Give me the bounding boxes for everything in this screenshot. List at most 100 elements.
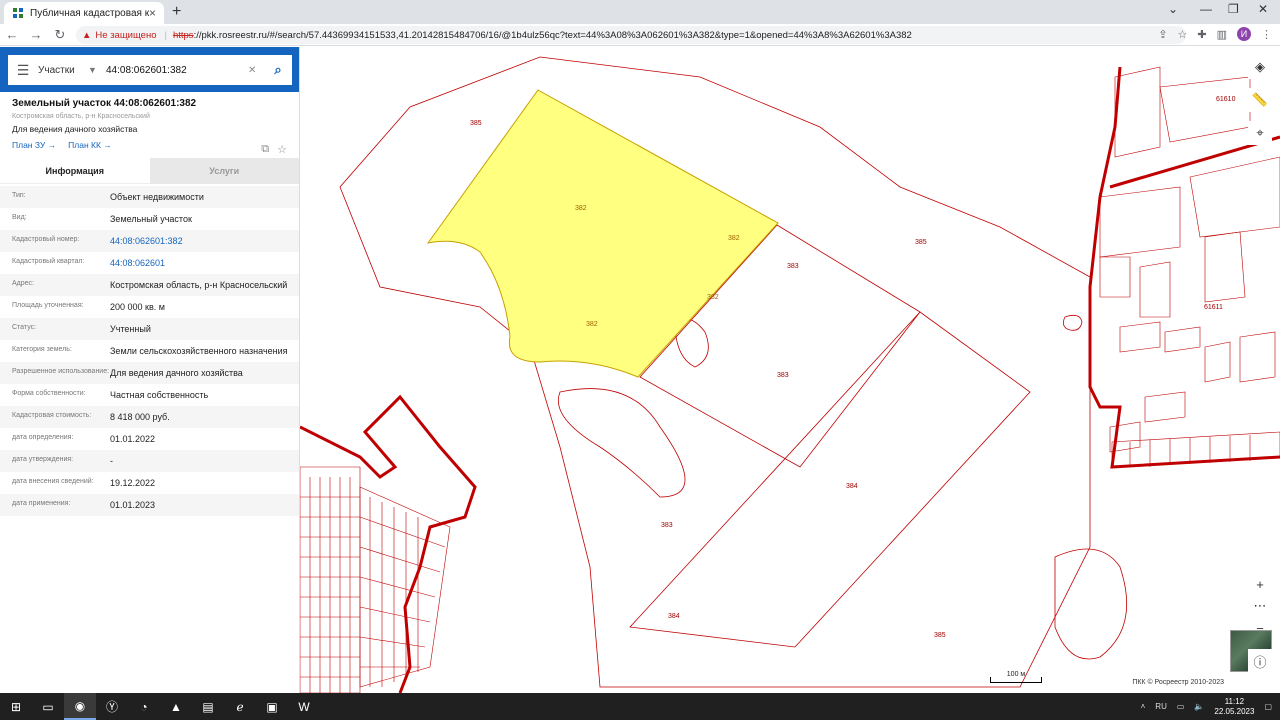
attr-label: дата утверждения: [12,456,74,463]
sidepanel-icon[interactable]: ▥ [1217,28,1227,41]
volume-icon[interactable]: 🔈 [1194,702,1204,711]
parcel-lower-outline [558,388,686,498]
attr-label: Категория земель: [12,346,72,353]
tab-services[interactable]: Услуги [149,158,299,184]
browser-tab[interactable]: Публичная кадастровая карта × [4,2,164,24]
search-input[interactable]: 44:08:062601:382 [106,65,248,76]
close-tab-icon[interactable]: × [149,6,156,20]
url-text: ://pkk.rosreestr.ru/#/search/57.44369934… [193,29,912,41]
plan-zu-link[interactable]: План ЗУ → [12,140,56,150]
profile-avatar[interactable]: И [1237,27,1251,41]
ruler-icon[interactable]: 📏 [1248,88,1272,112]
insecure-label: Не защищено [95,29,157,41]
layers-icon[interactable]: ◈ [1248,55,1272,79]
minimize-icon[interactable]: — [1200,2,1212,16]
menu-icon[interactable]: ☰ [8,62,38,79]
attr-value: Частная собственность [110,390,209,400]
favorite-star-icon[interactable]: ☆ [277,143,287,156]
back-icon[interactable]: ← [0,27,24,42]
forward-icon[interactable]: → [24,27,48,42]
label-61610: 61610 [1216,96,1236,103]
info-icon[interactable]: ⓘ [1248,649,1272,673]
label-385: 385 [934,632,946,639]
extensions-icon[interactable]: ✚ [1197,28,1206,41]
reload-icon[interactable]: ↻ [48,27,72,43]
word-icon[interactable]: W [288,693,320,720]
attr-row: Вид: Земельный участок [0,208,299,230]
attr-value: 01.01.2022 [110,434,156,444]
attr-label: Разрешенное использование: [12,368,110,375]
info-panel: ☰ Участки ▼ 44:08:062601:382 ✕ ⌕ Земельн… [0,47,300,693]
attr-row: дата применения: 01.01.2023 [0,494,299,516]
card-actions: ⧉ ☆ [261,143,287,156]
label-382: 382 [728,235,740,242]
network-icon[interactable]: ▭ [1177,702,1185,711]
menu-dots-icon[interactable]: ⋮ [1261,28,1272,41]
plan-kk-link[interactable]: План КК → [68,140,112,150]
cadastral-map[interactable]: 385 382 382 382 382 385 383 383 384 383 … [300,47,1280,693]
attr-row: Форма собственности: Частная собственност… [0,384,299,406]
attr-label: дата внесения сведений: [12,478,94,485]
yandex-browser-icon[interactable]: Ⓨ [96,693,128,720]
parcel-small-outline [1062,314,1083,331]
object-address: Костромская область, р-н Красносельский [12,113,150,120]
cadastral-number-link[interactable]: 44:08:062601:382 [110,235,299,247]
parcel-385-outline [339,56,1091,688]
locate-icon[interactable]: ⌖ [1248,121,1272,145]
language-indicator[interactable]: RU [1155,702,1167,711]
bookmark-star-icon[interactable]: ☆ [1178,28,1188,41]
clock[interactable]: 11:12 22.05.2023 [1214,697,1254,717]
rosreestr-favicon-icon [13,8,23,18]
object-title: Земельный участок 44:08:062601:382 [12,98,197,109]
url-scheme: https [172,29,194,41]
tab-information[interactable]: Информация [0,158,150,184]
tray-chevron-icon[interactable]: ˄ [1141,702,1146,711]
close-window-icon[interactable]: ✕ [1258,2,1268,16]
parcel-384-outline [629,311,1031,648]
firefox-icon[interactable]: ◔ [128,693,160,720]
cadastral-quarter-link[interactable]: 44:08:062601 [110,257,299,269]
file-explorer-icon[interactable]: ▤ [192,693,224,720]
scale-bar: 100 м [990,671,1042,683]
chevron-down-icon[interactable]: ▼ [88,65,106,75]
map-canvas: 385 382 382 382 382 385 383 383 384 383 … [300,56,1280,693]
new-tab-icon[interactable]: + [172,3,181,21]
chrome-icon[interactable]: ◉ [64,693,96,720]
settlement-parcels-west [300,466,451,693]
attr-value: Объект недвижимости [110,192,204,202]
address-bar[interactable]: ▲ Не защищено | https ://pkk.rosreestr.r… [76,26,1186,44]
zoom-to-object-icon[interactable]: ⧉ [261,143,269,156]
tab-search-icon[interactable]: ⌄ [1168,2,1178,16]
attr-row: Адрес: Костромская область, р-н Красносел… [0,274,299,296]
attr-row: дата утверждения: - [0,450,299,472]
attr-value: 01.01.2023 [110,500,156,510]
task-view-icon[interactable]: ▭ [32,693,64,720]
browser-toolbar: ← → ↻ ▲ Не защищено | https ://pkk.rosre… [0,24,1280,46]
remote-app-icon[interactable]: ▣ [256,693,288,720]
label-383: 383 [787,263,799,270]
label-382: 382 [707,294,719,301]
start-windows-icon[interactable]: ⊞ [0,693,32,720]
edge-icon[interactable]: ℯ [224,693,256,720]
warning-icon: ▲ [82,29,92,41]
acrobat-icon[interactable]: ▲ [160,693,192,720]
more-dots-icon[interactable]: ⋯ [1248,594,1272,618]
clear-icon[interactable]: ✕ [248,65,264,76]
search-header: ☰ Участки ▼ 44:08:062601:382 ✕ ⌕ [0,47,299,92]
label-384: 384 [668,613,680,620]
attr-value: 200 000 кв. м [110,302,165,312]
share-icon[interactable]: ⇪ [1158,28,1167,41]
parcel-382-highlight [426,89,779,378]
search-icon[interactable]: ⌕ [264,62,292,78]
notifications-icon[interactable]: ▢ [1264,702,1272,711]
attr-row: Кадастровый номер: 44:08:062601:382 [0,230,299,252]
attr-row: Кадастровая стоимость: 8 418 000 руб. [0,406,299,428]
attr-label: Кадастровый квартал: [12,258,85,265]
restore-icon[interactable]: ❐ [1228,2,1239,16]
attr-label: Адрес: [12,280,34,287]
attr-row: Тип: Объект недвижимости [0,186,299,208]
zoom-in-icon[interactable]: + [1248,572,1272,596]
attr-value: Земли сельскохозяйственного назначения [110,346,288,356]
search-type-select[interactable]: Участки [38,65,88,76]
clock-time: 11:12 [1224,696,1245,706]
